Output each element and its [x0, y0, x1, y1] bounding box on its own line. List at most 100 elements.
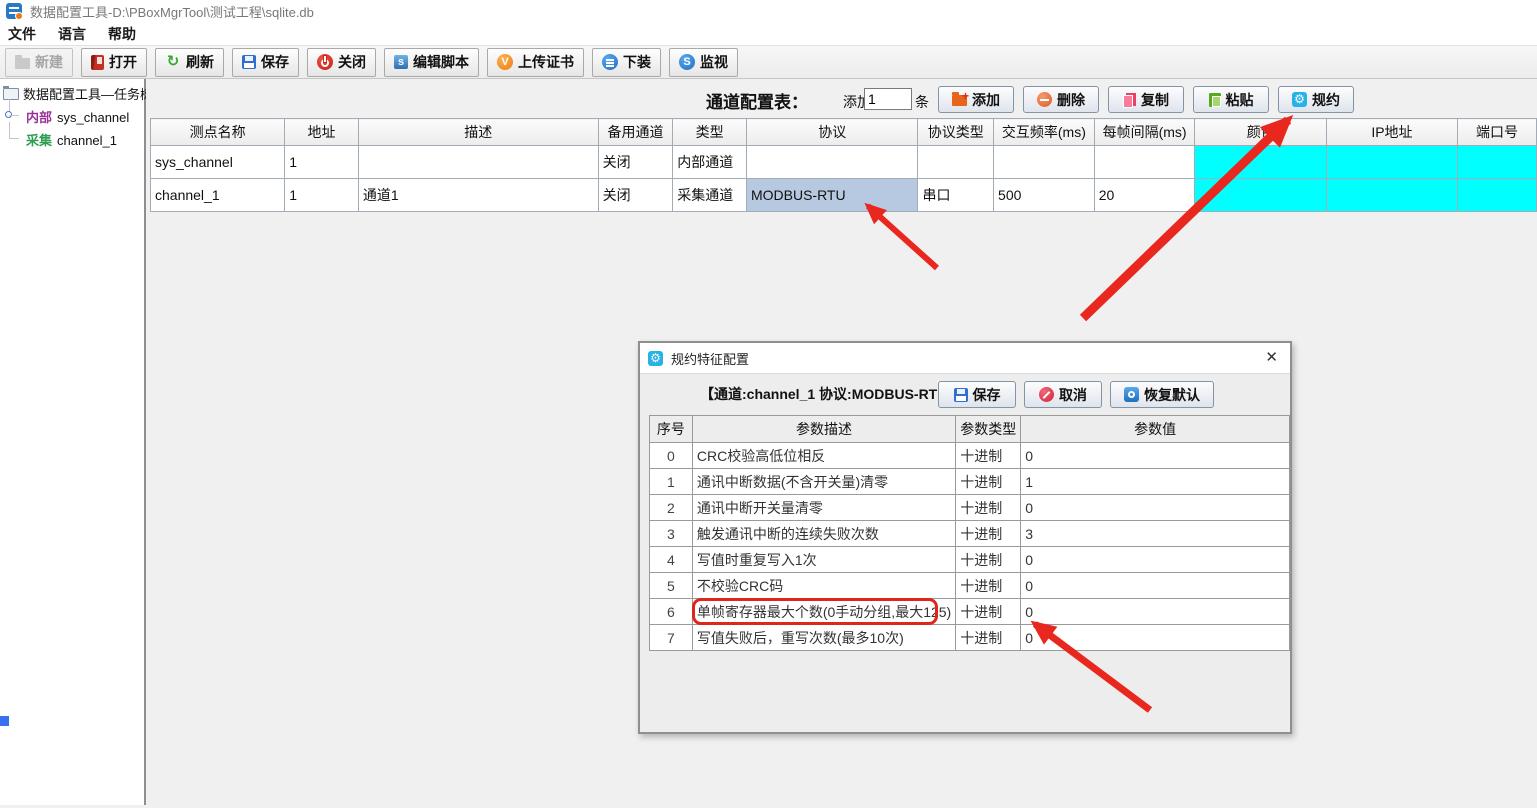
- param-table-cell[interactable]: 0: [650, 443, 693, 469]
- add-button[interactable]: 添加: [938, 86, 1014, 113]
- channel-table-cell[interactable]: MODBUS-RTU: [746, 179, 917, 212]
- channel-table-cell[interactable]: 1: [285, 179, 359, 212]
- param-table-cell[interactable]: 十进制: [956, 573, 1021, 599]
- param-table-cell[interactable]: 7: [650, 625, 693, 651]
- param-table-cell[interactable]: 十进制: [956, 469, 1021, 495]
- upload-cert-button[interactable]: 上传证书: [487, 48, 584, 77]
- param-table-cell[interactable]: 十进制: [956, 443, 1021, 469]
- param-table-cell[interactable]: CRC校验高低位相反: [692, 443, 955, 469]
- dialog-close-icon[interactable]: ✕: [1265, 349, 1278, 367]
- channel-table-header[interactable]: IP地址: [1326, 119, 1457, 146]
- copy-button[interactable]: 复制: [1108, 86, 1184, 113]
- param-table-cell[interactable]: 触发通讯中断的连续失败次数: [692, 521, 955, 547]
- channel-table-cell[interactable]: [1326, 179, 1457, 212]
- dialog-cancel-button[interactable]: 取消: [1024, 381, 1102, 408]
- channel-table-header[interactable]: 协议类型: [918, 119, 994, 146]
- param-table-cell[interactable]: 0: [1021, 547, 1290, 573]
- channel-table-header[interactable]: 类型: [673, 119, 747, 146]
- channel-table-cell[interactable]: [1326, 146, 1457, 179]
- param-table-cell[interactable]: 十进制: [956, 547, 1021, 573]
- open-button[interactable]: 打开: [81, 48, 147, 77]
- channel-table-cell[interactable]: 采集通道: [673, 179, 747, 212]
- channel-table-cell[interactable]: 关闭: [598, 179, 673, 212]
- dialog-save-button[interactable]: 保存: [938, 381, 1016, 408]
- channel-table-cell[interactable]: [994, 146, 1095, 179]
- refresh-button[interactable]: 刷新: [155, 48, 224, 77]
- param-table-header[interactable]: 参数值: [1021, 416, 1290, 443]
- param-table-cell[interactable]: 1: [650, 469, 693, 495]
- channel-table-header[interactable]: 端口号: [1457, 119, 1536, 146]
- param-table-cell[interactable]: 十进制: [956, 625, 1021, 651]
- menu-item-0[interactable]: 文件: [8, 24, 36, 44]
- channel-table-cell[interactable]: sys_channel: [151, 146, 285, 179]
- channel-table-header[interactable]: 协议: [746, 119, 917, 146]
- param-table-cell[interactable]: 0: [1021, 625, 1290, 651]
- add-count-input[interactable]: [864, 88, 912, 110]
- param-table-header[interactable]: 参数描述: [692, 416, 955, 443]
- channel-table-cell[interactable]: [1457, 146, 1536, 179]
- edit-script-button[interactable]: 编辑脚本: [384, 48, 479, 77]
- param-table-cell[interactable]: 不校验CRC码: [692, 573, 955, 599]
- channel-table-cell[interactable]: 关闭: [598, 146, 673, 179]
- channel-table-cell[interactable]: 串口: [918, 179, 994, 212]
- channel-table-cell[interactable]: [358, 146, 598, 179]
- param-table-cell[interactable]: 6: [650, 599, 693, 625]
- monitor-button[interactable]: 监视: [669, 48, 738, 77]
- channel-table-cell[interactable]: channel_1: [151, 179, 285, 212]
- channel-table-cell[interactable]: [1195, 179, 1327, 212]
- delete-button[interactable]: 删除: [1023, 86, 1099, 113]
- channel-table-cell[interactable]: 500: [994, 179, 1095, 212]
- channel-table-cell[interactable]: 内部通道: [673, 146, 747, 179]
- download-button-label: 下装: [623, 52, 651, 72]
- param-table-cell[interactable]: 十进制: [956, 599, 1021, 625]
- param-table-header[interactable]: 参数类型: [956, 416, 1021, 443]
- param-table-cell[interactable]: 0: [1021, 599, 1290, 625]
- param-table-cell[interactable]: 单帧寄存器最大个数(0手动分组,最大125): [692, 599, 955, 625]
- protocol-button[interactable]: 规约: [1278, 86, 1354, 113]
- param-table-cell[interactable]: 通讯中断数据(不含开关量)清零: [692, 469, 955, 495]
- channel-table-cell[interactable]: 1: [285, 146, 359, 179]
- add-unit-label: 条: [915, 92, 929, 112]
- channel-table-header[interactable]: 描述: [358, 119, 598, 146]
- paste-button[interactable]: 粘贴: [1193, 86, 1269, 113]
- download-button[interactable]: 下装: [592, 48, 661, 77]
- channel-table-cell[interactable]: 通道1: [358, 179, 598, 212]
- param-table-cell[interactable]: 3: [1021, 521, 1290, 547]
- dialog-title-bar[interactable]: 规约特征配置 ✕: [640, 343, 1290, 374]
- tree-item-channel_1[interactable]: 采集channel_1: [0, 128, 144, 151]
- channel-table-header[interactable]: 地址: [285, 119, 359, 146]
- save-button[interactable]: 保存: [232, 48, 299, 77]
- channel-table-header[interactable]: 颜色: [1195, 119, 1327, 146]
- channel-table-header[interactable]: 交互频率(ms): [994, 119, 1095, 146]
- param-table-header[interactable]: 序号: [650, 416, 693, 443]
- channel-table-header[interactable]: 每帧间隔(ms): [1094, 119, 1195, 146]
- channel-table-header[interactable]: 测点名称: [151, 119, 285, 146]
- close-button[interactable]: 关闭: [307, 48, 376, 77]
- param-table-cell[interactable]: 4: [650, 547, 693, 573]
- param-table-cell[interactable]: 2: [650, 495, 693, 521]
- channel-table-cell[interactable]: [918, 146, 994, 179]
- channel-table-cell[interactable]: [1457, 179, 1536, 212]
- tree-item-tag: 内部: [26, 110, 52, 125]
- param-table-cell[interactable]: 0: [1021, 443, 1290, 469]
- channel-table-cell[interactable]: 20: [1094, 179, 1195, 212]
- param-table-cell[interactable]: 十进制: [956, 495, 1021, 521]
- param-table-cell[interactable]: 0: [1021, 573, 1290, 599]
- param-table-cell[interactable]: 3: [650, 521, 693, 547]
- param-table-cell[interactable]: 0: [1021, 495, 1290, 521]
- menu-item-2[interactable]: 帮助: [108, 24, 136, 44]
- tree-root[interactable]: 数据配置工具—任务树: [0, 79, 144, 105]
- dialog-restore-button[interactable]: 恢复默认: [1110, 381, 1214, 408]
- param-table-cell[interactable]: 写值时重复写入1次: [692, 547, 955, 573]
- param-table-cell[interactable]: 十进制: [956, 521, 1021, 547]
- channel-table-cell[interactable]: [1195, 146, 1327, 179]
- channel-table-header[interactable]: 备用通道: [598, 119, 673, 146]
- menu-item-1[interactable]: 语言: [58, 24, 86, 44]
- channel-table-cell[interactable]: [1094, 146, 1195, 179]
- param-table-cell[interactable]: 1: [1021, 469, 1290, 495]
- param-table-cell[interactable]: 写值失败后，重写次数(最多10次): [692, 625, 955, 651]
- tree-item-sys_channel[interactable]: 内部sys_channel: [0, 105, 144, 128]
- channel-table-cell[interactable]: [746, 146, 917, 179]
- param-table-cell[interactable]: 通讯中断开关量清零: [692, 495, 955, 521]
- param-table-cell[interactable]: 5: [650, 573, 693, 599]
